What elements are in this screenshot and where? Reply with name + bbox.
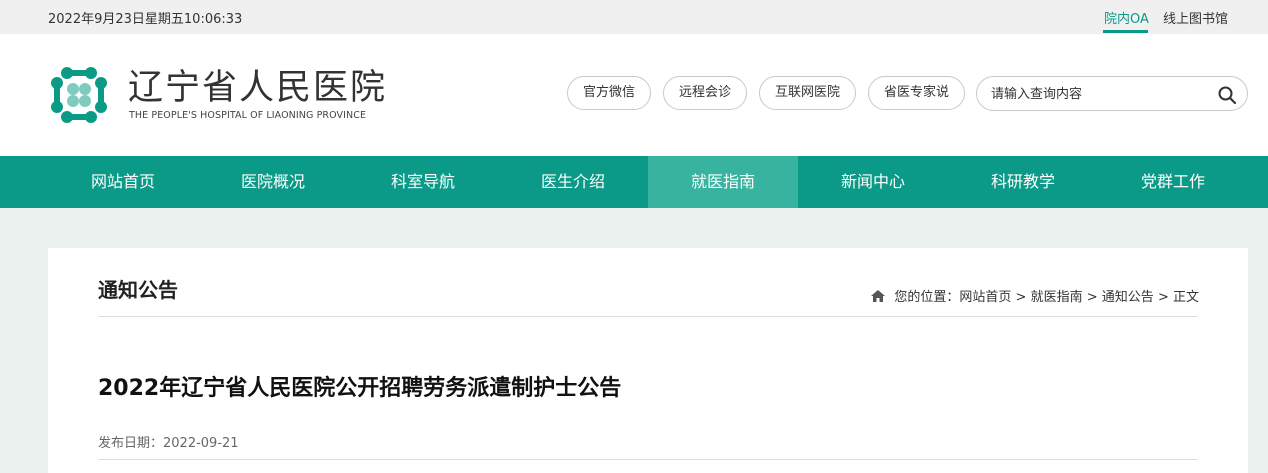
breadcrumb-current: 正文 xyxy=(1172,290,1199,305)
nav-item-departments[interactable]: 科室导航 xyxy=(348,156,498,208)
breadcrumb-separator: > xyxy=(1015,290,1027,305)
search-input[interactable] xyxy=(991,84,1206,104)
breadcrumb: 您的位置：网站首页 > 就医指南 > 通知公告 > 正文 xyxy=(870,286,1199,305)
nav-item-research[interactable]: 科研教学 xyxy=(948,156,1098,208)
hospital-name-en: THE PEOPLE'S HOSPITAL OF LIAONING PROVIN… xyxy=(129,110,367,121)
publish-date-label: 发布日期： xyxy=(98,436,164,451)
breadcrumb-patient-guide[interactable]: 就医指南 xyxy=(1031,290,1083,305)
top-bar: 2022年9月23日星期五10:06:33 院内OA 线上图书馆 xyxy=(0,0,1268,34)
remote-consultation-button[interactable]: 远程会诊 xyxy=(663,76,747,110)
nav-item-news[interactable]: 新闻中心 xyxy=(798,156,948,208)
hospital-logo-icon[interactable] xyxy=(47,63,111,127)
breadcrumb-home[interactable]: 网站首页 xyxy=(959,290,1011,305)
breadcrumb-separator: > xyxy=(1086,290,1098,305)
article-title: 2022年辽宁省人民医院公开招聘劳务派遣制护士公告 xyxy=(98,376,622,401)
search-box xyxy=(976,76,1248,111)
official-wechat-button[interactable]: 官方微信 xyxy=(567,76,651,110)
site-header: 辽宁省人民医院 THE PEOPLE'S HOSPITAL OF LIAONIN… xyxy=(0,34,1268,156)
nav-item-doctors[interactable]: 医生介绍 xyxy=(498,156,648,208)
online-library-link[interactable]: 线上图书馆 xyxy=(1163,8,1228,27)
section-title: 通知公告 xyxy=(98,278,178,302)
publish-date-value: 2022-09-21 xyxy=(163,436,239,451)
publish-date: 发布日期：2022-09-21 xyxy=(98,432,239,451)
breadcrumb-separator: > xyxy=(1157,290,1169,305)
nav-item-patient-guide[interactable]: 就医指南 xyxy=(648,156,798,208)
main-nav: 网站首页 医院概况 科室导航 医生介绍 就医指南 新闻中心 科研教学 党群工作 xyxy=(0,156,1268,208)
article-meta-divider xyxy=(98,459,1198,460)
oa-link[interactable]: 院内OA xyxy=(1104,8,1149,27)
section-divider xyxy=(98,316,1198,317)
nav-item-party[interactable]: 党群工作 xyxy=(1098,156,1248,208)
nav-item-about[interactable]: 医院概况 xyxy=(198,156,348,208)
content-panel: 通知公告 您的位置：网站首页 > 就医指南 > 通知公告 > 正文 2022年辽… xyxy=(48,248,1248,473)
expert-talk-button[interactable]: 省医专家说 xyxy=(868,76,965,110)
nav-item-home[interactable]: 网站首页 xyxy=(48,156,198,208)
internet-hospital-button[interactable]: 互联网医院 xyxy=(759,76,856,110)
breadcrumb-notices[interactable]: 通知公告 xyxy=(1102,290,1154,305)
search-icon[interactable] xyxy=(1217,85,1237,105)
current-datetime: 2022年9月23日星期五10:06:33 xyxy=(48,12,243,27)
hospital-name-cn[interactable]: 辽宁省人民医院 xyxy=(128,70,387,106)
breadcrumb-prefix: 您的位置： xyxy=(894,290,960,305)
oa-link-underline xyxy=(1103,30,1148,33)
home-icon xyxy=(871,290,886,302)
